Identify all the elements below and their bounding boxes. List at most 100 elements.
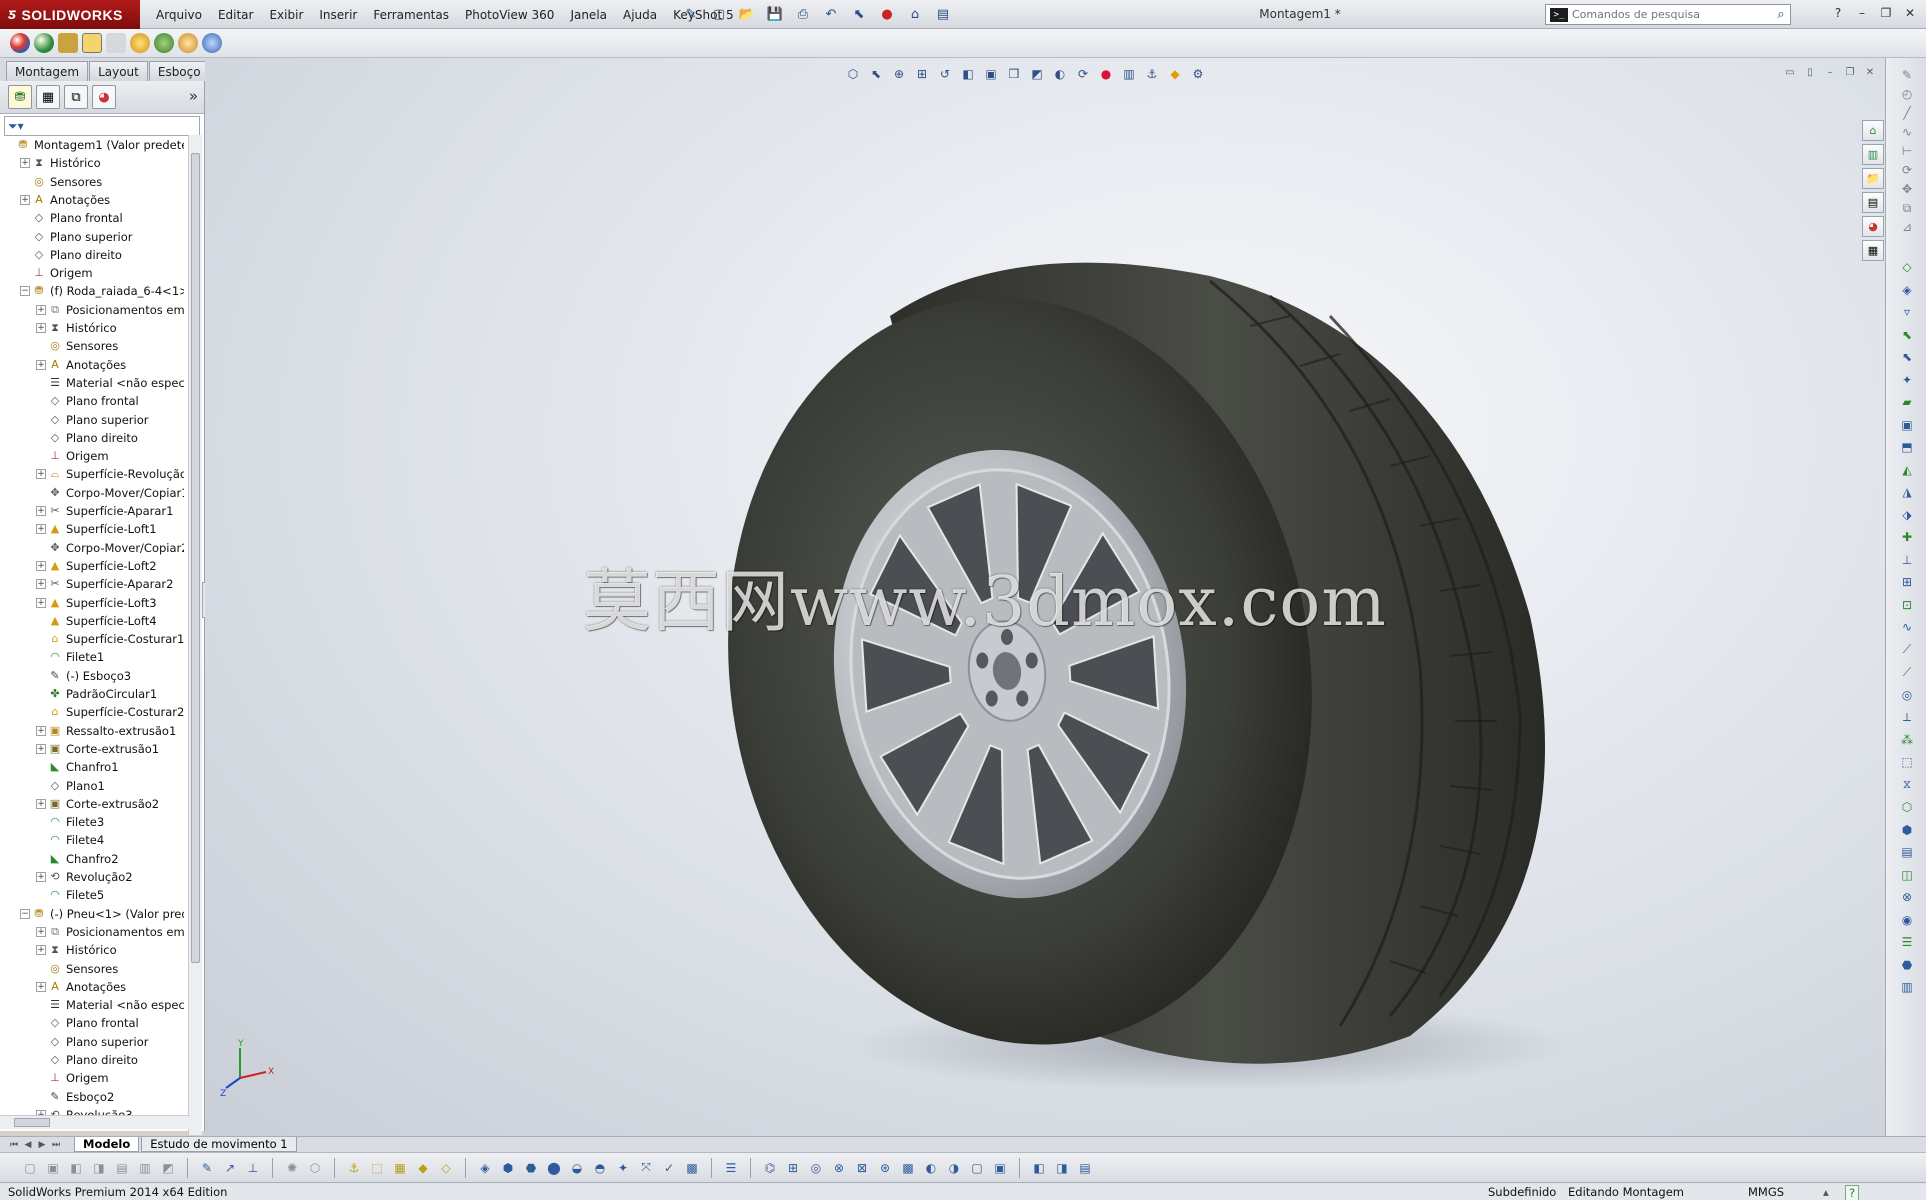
note-icon[interactable]: ◐ (921, 1158, 941, 1178)
tree-horizontal-scrollbar[interactable] (0, 1115, 190, 1129)
expand-icon[interactable]: + (36, 506, 46, 516)
units-selector[interactable]: MMGS (1748, 1185, 1784, 1199)
new-drawing-icon[interactable]: ◧ (66, 1158, 86, 1178)
expand-icon[interactable]: + (36, 524, 46, 535)
point-icon[interactable]: ◆ (413, 1158, 433, 1178)
mold-tools-icon[interactable]: ⬢ (1897, 821, 1917, 839)
new-document-icon[interactable]: ▢ (708, 4, 730, 24)
exploded-view-icon[interactable]: ◫ (1897, 866, 1917, 884)
tree-item[interactable]: ◣ Chanfro1 (36, 758, 119, 776)
new-part-icon[interactable]: ▢ (20, 1158, 40, 1178)
split-vertical-icon[interactable]: ▯ (1803, 66, 1817, 80)
appearance-icon[interactable] (10, 33, 30, 53)
tree-item[interactable]: + ▣ Ressalto-extrusão1 (36, 722, 176, 740)
convert-entities-icon[interactable]: ◇ (436, 1158, 456, 1178)
custom-properties-icon[interactable]: ▦ (1862, 240, 1884, 261)
hide-show-icon[interactable]: ▤ (112, 1158, 132, 1178)
zoom-fit-icon[interactable]: ⊕ (889, 64, 909, 84)
filter-icon[interactable]: ⏷▾ (8, 119, 24, 134)
top-view-icon[interactable]: ⬣ (521, 1158, 541, 1178)
camera-icon[interactable] (154, 33, 174, 53)
split-horizontal-icon[interactable]: ▭ (1783, 66, 1797, 80)
new-assembly-icon[interactable]: ▣ (43, 1158, 63, 1178)
viewport-restore-icon[interactable]: ❐ (1843, 66, 1857, 80)
view-palette-icon[interactable]: ▤ (1862, 192, 1884, 213)
file-properties-icon[interactable]: ⌂ (904, 4, 926, 24)
tree-item[interactable]: ◣ Chanfro2 (36, 850, 119, 868)
tree-item[interactable]: ▲ Superfície-Loft4 (36, 612, 157, 630)
insert-component-icon[interactable]: ◨ (89, 1158, 109, 1178)
tree-item[interactable]: ◠ Filete3 (36, 813, 104, 831)
point-icon[interactable]: ✚ (1897, 528, 1917, 546)
spline-icon[interactable]: ∿ (1897, 123, 1917, 141)
menu-2[interactable]: Exibir (261, 8, 311, 22)
tree-item[interactable]: + ⌓ Superfície-Revolução1 (36, 465, 184, 483)
sketch-line-icon[interactable]: ╱ (1897, 104, 1917, 122)
split-line-icon[interactable]: ⟋ (1897, 641, 1917, 659)
view-settings-icon[interactable]: ⚓ (1142, 64, 1162, 84)
smart-dimension-icon[interactable]: ✎ (1897, 66, 1917, 84)
expand-icon[interactable]: + (36, 597, 46, 608)
select-icon[interactable]: ⬉ (866, 64, 886, 84)
copy-icon[interactable]: ✺ (282, 1158, 302, 1178)
tree-item[interactable]: + ✂ Superfície-Aparar2 (36, 575, 173, 593)
edit-component-icon[interactable]: ◩ (158, 1158, 178, 1178)
collapse-icon[interactable]: − (20, 908, 30, 919)
menu-1[interactable]: Editar (210, 8, 262, 22)
bill-of-materials-icon[interactable]: ▥ (1897, 978, 1917, 996)
tree-item[interactable]: ✎ (-) Esboço3 (36, 667, 131, 685)
tree-item[interactable]: + ▣ Corte-extrusão2 (36, 795, 159, 813)
linear-pattern-icon[interactable]: ◴ (1897, 85, 1917, 103)
solidworks-resources-icon[interactable]: ⌂ (1862, 120, 1884, 141)
configuration-manager-tab-icon[interactable]: ⧉ (64, 85, 88, 109)
paste-icon[interactable]: ⬡ (305, 1158, 325, 1178)
tree-item[interactable]: + ⟲ Revolução2 (36, 868, 133, 886)
scrollbar-thumb[interactable] (191, 153, 200, 963)
sweep-icon[interactable]: ◭ (1897, 461, 1917, 479)
edit-appearance-icon[interactable]: ● (1096, 64, 1116, 84)
filter-vertices-icon[interactable]: ▿ (1897, 303, 1917, 321)
tree-item[interactable]: + ⧗ Histórico (20, 154, 101, 172)
search-input[interactable] (1572, 8, 1772, 21)
projected-curve-icon[interactable]: ⟋ (1897, 663, 1917, 681)
apply-scene-icon[interactable]: ▥ (1119, 64, 1139, 84)
tree-item[interactable]: −⛃ (f) Roda_raiada_6-4<1> (Va (20, 282, 184, 300)
cosmetic-thread-icon[interactable]: ☰ (1897, 933, 1917, 951)
tree-item[interactable]: ✎ Esboço2 (36, 1088, 114, 1106)
display-manager-tab-icon[interactable]: ◕ (92, 85, 116, 109)
tree-item[interactable]: ◎ Sensores (20, 173, 102, 191)
tree-item[interactable]: ✤ PadrãoCircular1 (36, 685, 157, 703)
centerline-icon[interactable]: ⬚ (367, 1158, 387, 1178)
broken-out-section-icon[interactable]: ▤ (1075, 1158, 1095, 1178)
block-icon[interactable]: ▢ (967, 1158, 987, 1178)
tree-item[interactable]: ◇ Plano frontal (20, 209, 123, 227)
tree-item[interactable]: + ▲ Superfície-Loft3 (36, 594, 157, 612)
hole-callout-icon[interactable]: ◑ (944, 1158, 964, 1178)
expand-icon[interactable]: + (36, 926, 46, 937)
fastening-feature-icon[interactable]: ⧖ (1897, 776, 1917, 794)
tree-item[interactable]: ⛃ Montagem1 (Valor predeterm (4, 136, 184, 154)
expand-icon[interactable]: + (20, 158, 30, 169)
back-view-icon[interactable]: ◓ (590, 1158, 610, 1178)
light-icon[interactable] (130, 33, 150, 53)
balloon-icon[interactable]: ⌬ (760, 1158, 780, 1178)
realview-icon[interactable]: ◆ (1165, 64, 1185, 84)
tree-item[interactable]: + ▲ Superfície-Loft2 (36, 557, 157, 575)
options-icon[interactable]: ▤ (932, 4, 954, 24)
move-component-icon[interactable]: ✥ (1897, 180, 1917, 198)
next-tab-arrow-icon[interactable]: ▶ (36, 1140, 48, 1150)
tree-item[interactable]: ◇ Plano superior (36, 1033, 149, 1051)
expand-icon[interactable]: + (36, 743, 46, 754)
tree-item[interactable]: + ▣ Corte-extrusão1 (36, 740, 159, 758)
tree-item[interactable]: ✥ Corpo-Mover/Copiar2 (36, 539, 184, 557)
line-icon[interactable]: ⚓ (344, 1158, 364, 1178)
reference-geometry-icon[interactable]: ✦ (1897, 371, 1917, 389)
detail-view-icon[interactable]: ◨ (1052, 1158, 1072, 1178)
extrude-feature-icon[interactable]: ⬒ (1897, 438, 1917, 456)
tree-item[interactable]: ◎ Sensores (36, 960, 118, 978)
tree-item[interactable]: ⊥ Origem (20, 264, 92, 282)
datum-target-icon[interactable]: ⊛ (875, 1158, 895, 1178)
zoom-area-icon[interactable]: ⊞ (912, 64, 932, 84)
tree-item[interactable]: ◇ Plano frontal (36, 1014, 139, 1032)
helix-icon[interactable]: ◎ (1897, 686, 1917, 704)
